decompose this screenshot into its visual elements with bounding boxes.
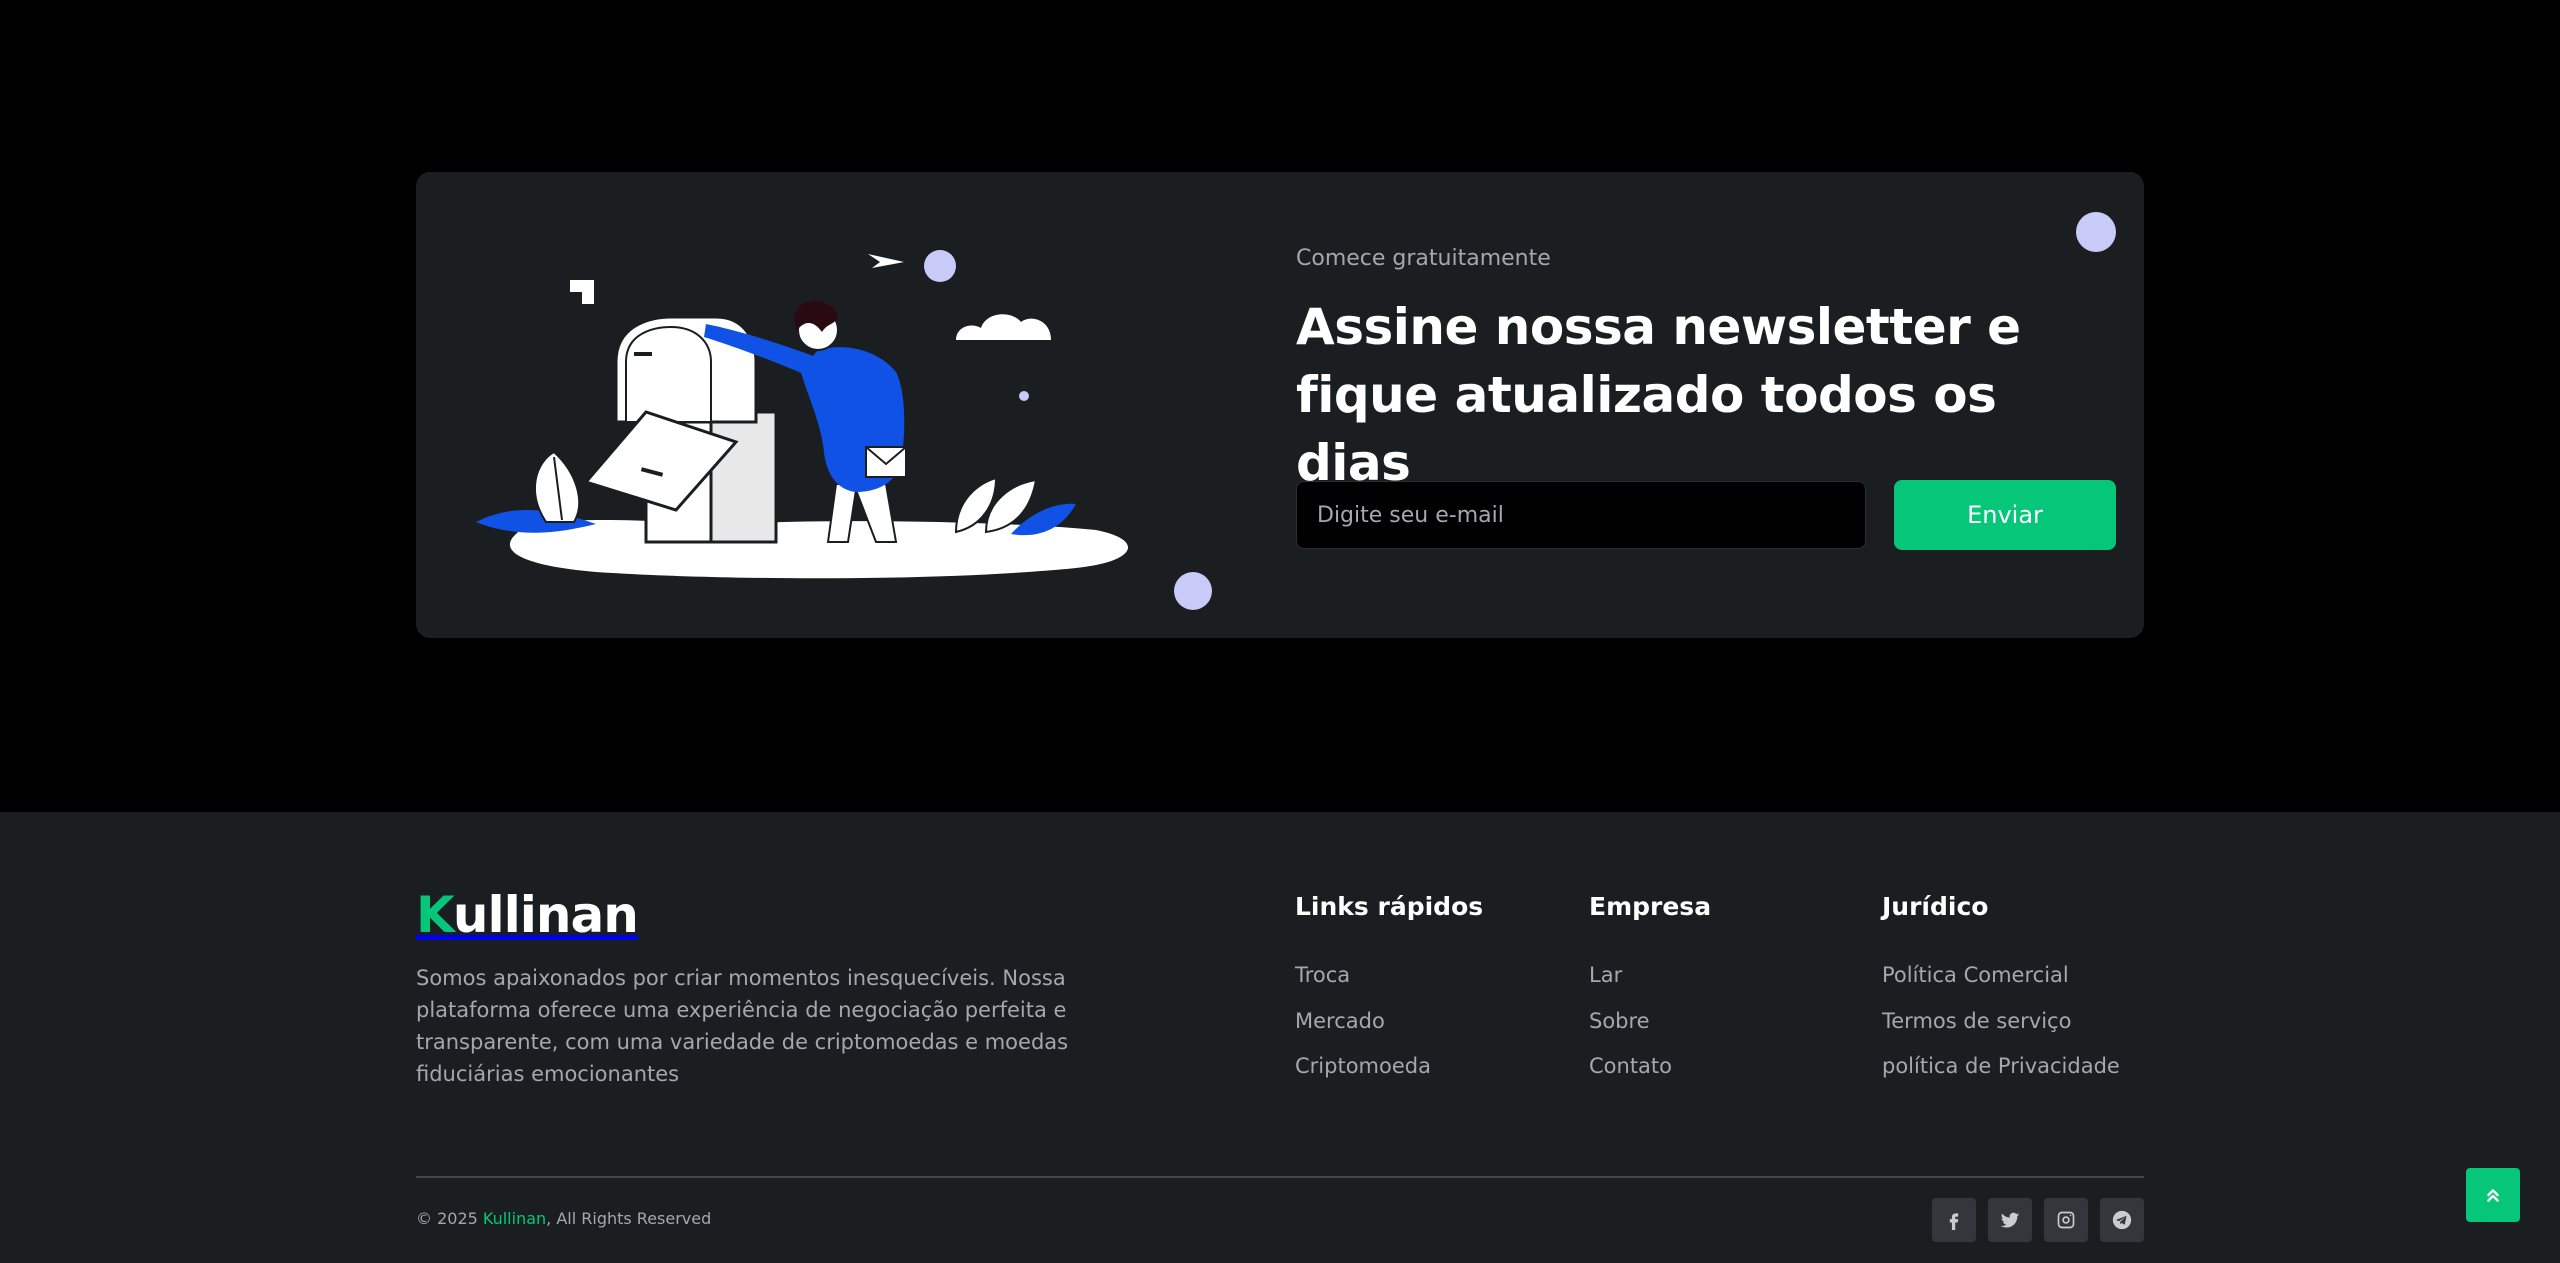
footer-link-criptomoeda[interactable]: Criptomoeda <box>1295 1050 1483 1096</box>
footer-link-troca[interactable]: Troca <box>1295 959 1483 1005</box>
footer-column-title: Empresa <box>1589 892 1712 921</box>
newsletter-eyebrow: Comece gratuitamente <box>1296 246 1551 271</box>
footer-column-quick-links: Links rápidos Troca Mercado Criptomoeda <box>1295 892 1483 1096</box>
newsletter-heading: Assine nossa newsletter e fique atualiza… <box>1296 298 2021 492</box>
footer: Kullinan Somos apaixonados por criar mom… <box>0 812 2560 1263</box>
copyright-suffix: , All Rights Reserved <box>546 1209 712 1228</box>
mailbox-illustration <box>476 250 1129 579</box>
brand-description: Somos apaixonados por criar momentos ine… <box>416 966 1069 1086</box>
footer-link-politica-comercial[interactable]: Política Comercial <box>1882 959 2120 1005</box>
send-button[interactable]: Enviar <box>1894 480 2116 550</box>
footer-column-title: Links rápidos <box>1295 892 1484 921</box>
footer-link-sobre[interactable]: Sobre <box>1589 1005 1711 1051</box>
copyright-brand: Kullinan <box>482 1209 547 1228</box>
decorative-dot <box>1174 572 1212 610</box>
copyright-prefix: © 2025 <box>416 1209 483 1228</box>
telegram-icon <box>2112 1210 2132 1230</box>
facebook-button[interactable] <box>1932 1198 1976 1242</box>
footer-link-contato[interactable]: Contato <box>1589 1050 1711 1096</box>
newsletter-section: Comece gratuitamente Assine nossa newsle… <box>416 172 2144 638</box>
twitter-button[interactable] <box>1988 1198 2032 1242</box>
footer-link-mercado[interactable]: Mercado <box>1295 1005 1483 1051</box>
footer-column-title: Jurídico <box>1882 892 1989 921</box>
logo-text: ullinan <box>452 886 639 944</box>
footer-link-privacidade[interactable]: política de Privacidade <box>1882 1050 2120 1096</box>
back-to-top-button[interactable] <box>2466 1168 2520 1222</box>
twitter-icon <box>2000 1212 2020 1228</box>
brand-logo[interactable]: Kullinan <box>416 890 639 940</box>
instagram-icon <box>2057 1211 2075 1229</box>
double-chevron-up-icon <box>2487 1189 2499 1202</box>
newsletter-form: Enviar <box>1296 480 2116 551</box>
facebook-icon <box>1949 1213 1959 1230</box>
telegram-button[interactable] <box>2100 1198 2144 1242</box>
logo-mark: K <box>416 886 454 944</box>
copyright: © 2025 Kullinan, All Rights Reserved <box>416 1209 711 1228</box>
footer-link-lar[interactable]: Lar <box>1589 959 1711 1005</box>
footer-link-termos[interactable]: Termos de serviço <box>1882 1005 2120 1051</box>
footer-column-company: Empresa Lar Sobre Contato <box>1589 892 1711 1096</box>
instagram-button[interactable] <box>2044 1198 2088 1242</box>
social-links <box>1932 1198 2144 1242</box>
footer-column-legal: Jurídico Política Comercial Termos de se… <box>1882 892 2120 1096</box>
newsletter-content: Comece gratuitamente Assine nossa newsle… <box>1296 246 2116 550</box>
email-input[interactable] <box>1296 481 1866 549</box>
footer-divider <box>416 1176 2144 1178</box>
